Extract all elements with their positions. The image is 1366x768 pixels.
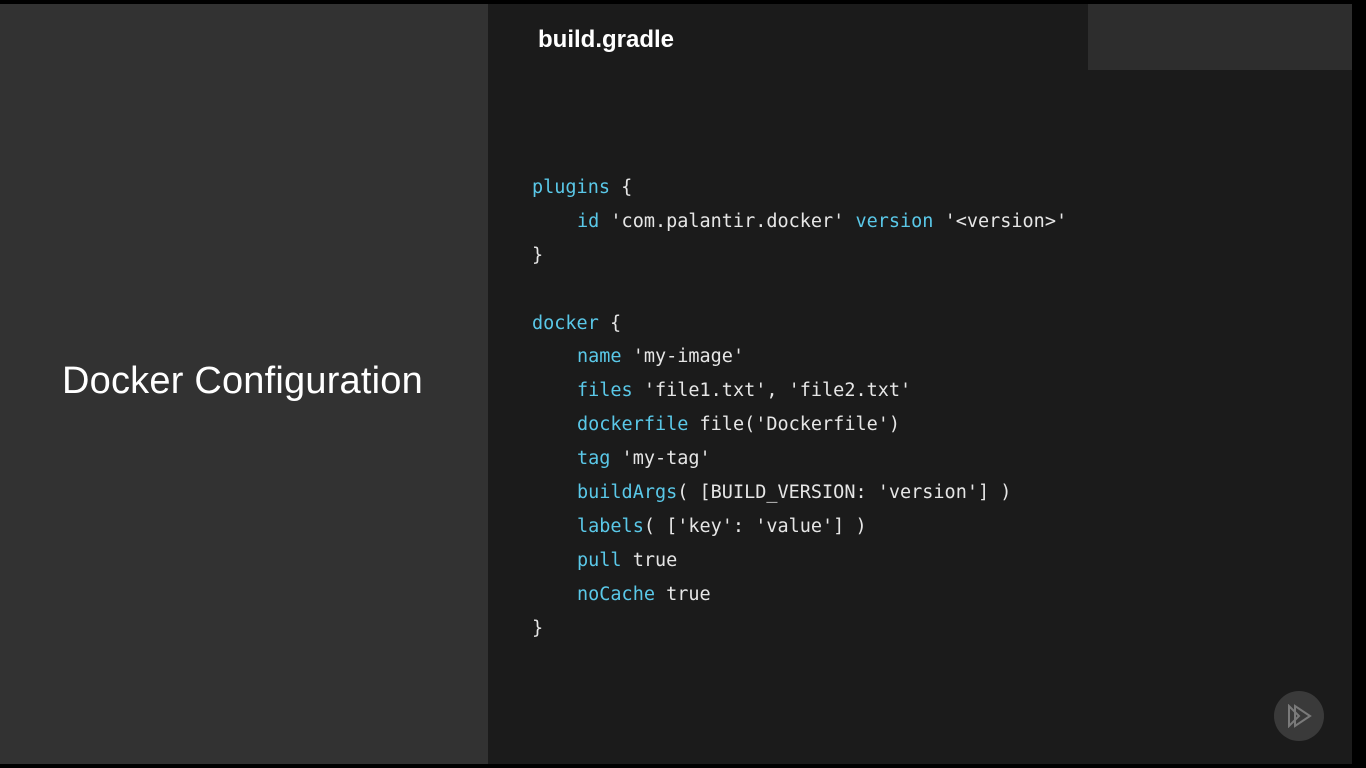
code-text: 'my-image': [621, 346, 745, 368]
code-line: }: [532, 239, 1067, 273]
code-line: docker {: [532, 307, 1067, 341]
code-text: true: [654, 583, 711, 605]
slide-title: Docker Configuration: [62, 360, 423, 402]
keyword: name: [577, 346, 622, 368]
play-logo-icon: [1288, 704, 1312, 728]
code-text: }: [532, 617, 544, 639]
code-line: name 'my-image': [532, 340, 1067, 374]
keyword: pull: [577, 549, 622, 571]
code-text: '<version>': [933, 210, 1068, 232]
code-block: plugins { id 'com.palantir.docker' versi…: [532, 171, 1067, 645]
keyword: id: [577, 210, 600, 232]
code-text: {: [609, 177, 633, 198]
keyword: docker: [532, 312, 599, 334]
slide-frame: Docker Configuration build.gradle plugin…: [0, 4, 1352, 764]
code-text: 'file1.txt', 'file2.txt': [632, 380, 912, 402]
code-text: ( ['key': 'value'] ): [643, 515, 867, 537]
file-name-heading: build.gradle: [538, 26, 675, 53]
code-text: 'com.palantir.docker': [599, 210, 856, 232]
code-line: }: [532, 612, 1067, 646]
code-line: id 'com.palantir.docker' version '<versi…: [532, 205, 1067, 239]
corner-overlay: [1088, 4, 1352, 70]
title-panel: Docker Configuration: [0, 4, 488, 764]
code-panel: build.gradle plugins { id 'com.palantir.…: [488, 4, 1352, 764]
code-text: {: [598, 312, 622, 334]
code-text: 'my-tag': [610, 448, 711, 470]
keyword: dockerfile: [577, 414, 689, 436]
code-line: files 'file1.txt', 'file2.txt': [532, 374, 1067, 408]
keyword: version: [855, 210, 934, 232]
code-line: labels( ['key': 'value'] ): [532, 510, 1067, 544]
code-text: ( [BUILD_VERSION: 'version'] ): [677, 482, 1012, 504]
code-line: dockerfile file('Dockerfile'): [532, 408, 1067, 442]
keyword: noCache: [577, 583, 655, 605]
code-line: tag 'my-tag': [532, 442, 1067, 476]
code-text: true: [621, 549, 678, 571]
code-text: file('Dockerfile'): [688, 414, 901, 436]
keyword: buildArgs: [577, 482, 678, 504]
keyword: labels: [577, 515, 644, 537]
code-text: }: [532, 244, 544, 266]
code-line: plugins {: [532, 171, 1067, 205]
code-line: buildArgs( [BUILD_VERSION: 'version'] ): [532, 476, 1067, 510]
code-line: noCache true: [532, 578, 1067, 612]
keyword: plugins: [532, 177, 610, 198]
keyword: files: [577, 380, 633, 402]
play-button[interactable]: [1274, 691, 1324, 741]
keyword: tag: [577, 448, 611, 470]
code-line: pull true: [532, 544, 1067, 578]
